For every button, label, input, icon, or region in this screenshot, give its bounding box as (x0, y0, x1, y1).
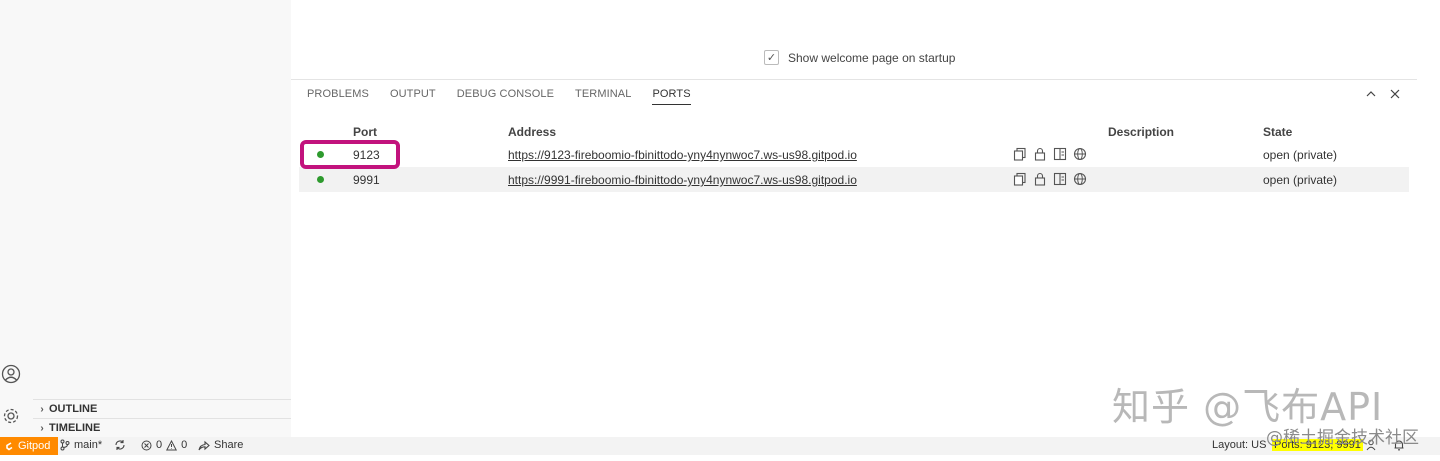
port-number: 9991 (353, 173, 380, 187)
account-icon[interactable] (0, 363, 22, 385)
globe-icon[interactable] (1073, 147, 1087, 161)
problems-indicator[interactable]: 0 0 (141, 439, 187, 451)
branch-name: main* (74, 439, 103, 451)
keyboard-layout[interactable]: Layout: US (1212, 439, 1266, 451)
warning-icon (166, 439, 178, 450)
share-button[interactable]: Share (198, 439, 243, 451)
branch-indicator[interactable]: main* (60, 439, 102, 451)
activity-bar (0, 0, 33, 437)
sidebar: › OUTLINE › TIMELINE (33, 0, 291, 437)
ports-table-header: Port Address Description State (299, 122, 1409, 142)
timeline-section[interactable]: › TIMELINE (33, 418, 291, 437)
share-icon (198, 440, 210, 450)
row-actions (1013, 172, 1087, 186)
port-address-link[interactable]: https://9991-fireboomio-fbinittodo-yny4n… (508, 173, 857, 187)
col-state[interactable]: State (1263, 125, 1292, 139)
maximize-panel-icon[interactable] (1365, 88, 1377, 103)
port-address-link[interactable]: https://9123-fireboomio-fbinittodo-yny4n… (508, 148, 857, 162)
gitpod-label: Gitpod (18, 440, 51, 452)
copy-icon[interactable] (1013, 172, 1027, 186)
col-port[interactable]: Port (353, 125, 377, 139)
chevron-right-icon: › (40, 422, 44, 434)
status-bar: Gitpod main* 0 0 Share Layout: US Ports:… (0, 437, 1440, 455)
port-state: open (private) (1263, 173, 1338, 187)
gitpod-button[interactable]: Gitpod (0, 437, 59, 455)
tab-problems[interactable]: PROBLEMS (307, 88, 369, 105)
panel-actions (1365, 88, 1401, 103)
lock-icon[interactable] (1033, 147, 1047, 161)
preview-icon[interactable] (1053, 172, 1067, 186)
lock-icon[interactable] (1033, 172, 1047, 186)
tab-ports[interactable]: PORTS (652, 88, 691, 105)
branch-icon (60, 439, 70, 451)
startup-checkbox[interactable]: ✓ (764, 50, 779, 65)
close-panel-icon[interactable] (1389, 88, 1401, 103)
table-row[interactable]: 9991 https://9991-fireboomio-fbinittodo-… (299, 167, 1409, 192)
welcome-startup-toggle[interactable]: ✓ Show welcome page on startup (764, 50, 955, 65)
port-status-dot (317, 176, 324, 183)
layout-label: Layout: US (1212, 439, 1267, 451)
gitpod-logo-icon (6, 441, 13, 450)
tab-terminal[interactable]: TERMINAL (575, 88, 631, 105)
error-count: 0 (156, 439, 163, 451)
share-label: Share (214, 439, 244, 451)
sync-icon (115, 440, 125, 450)
globe-icon[interactable] (1073, 172, 1087, 186)
row-actions (1013, 147, 1087, 161)
panel-tabs: PROBLEMS OUTPUT DEBUG CONSOLE TERMINAL P… (307, 88, 712, 105)
gear-icon[interactable] (0, 405, 22, 427)
timeline-label: TIMELINE (49, 422, 101, 434)
outline-label: OUTLINE (49, 403, 98, 415)
watermark-juejin: @稀土掘金技术社区 (1266, 428, 1419, 448)
warning-count: 0 (181, 439, 188, 451)
sync-button[interactable] (114, 439, 126, 451)
startup-checkbox-label: Show welcome page on startup (788, 50, 956, 65)
outline-section[interactable]: › OUTLINE (33, 399, 291, 418)
col-address[interactable]: Address (508, 125, 556, 139)
col-description[interactable]: Description (1108, 125, 1174, 139)
copy-icon[interactable] (1013, 147, 1027, 161)
port-state: open (private) (1263, 148, 1338, 162)
table-row[interactable]: 9123 https://9123-fireboomio-fbinittodo-… (299, 142, 1409, 167)
tab-output[interactable]: OUTPUT (390, 88, 436, 105)
chevron-right-icon: › (40, 403, 44, 415)
highlight-annotation (300, 140, 400, 169)
error-icon (141, 440, 152, 450)
ports-table: Port Address Description State 9123 http… (299, 122, 1409, 192)
tab-debug-console[interactable]: DEBUG CONSOLE (457, 88, 554, 105)
preview-icon[interactable] (1053, 147, 1067, 161)
